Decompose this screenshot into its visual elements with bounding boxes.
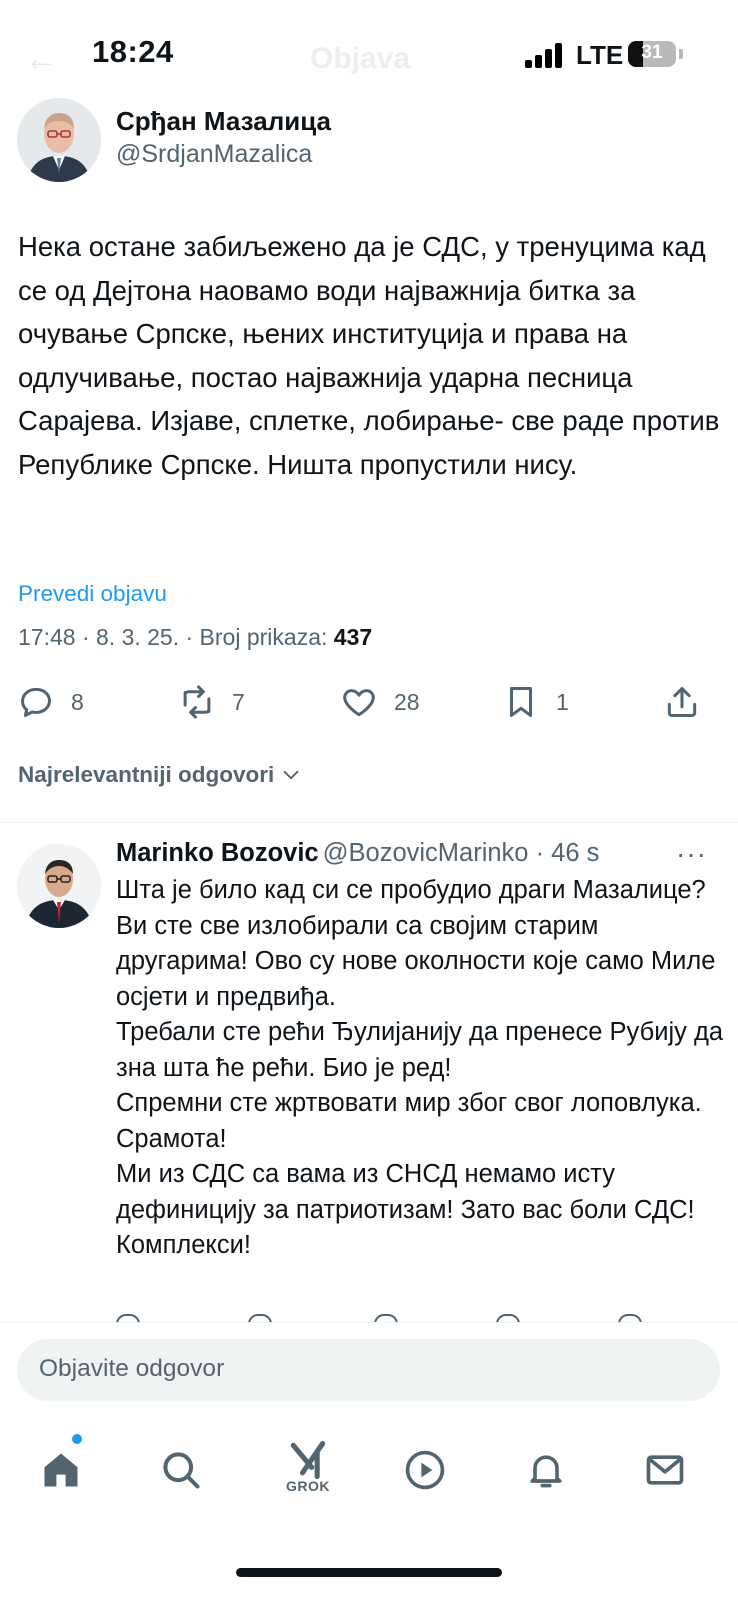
- page-title: Objava: [310, 42, 411, 75]
- like-count: 28: [394, 688, 420, 715]
- play-icon[interactable]: [393, 1438, 457, 1502]
- reply-avatar[interactable]: [17, 844, 101, 928]
- battery-level: 31: [641, 42, 663, 63]
- divider: [0, 822, 738, 823]
- share-icon: [667, 687, 697, 717]
- heart-icon: [343, 689, 375, 717]
- reply-input-placeholder: Objavite odgovor: [39, 1355, 225, 1382]
- reply-header: Marinko Bozovic @BozovicMarinko · 46 s: [116, 839, 599, 868]
- bookmark-button[interactable]: 1: [502, 682, 569, 722]
- back-arrow-icon[interactable]: ←: [24, 40, 58, 79]
- view-count: 437: [333, 624, 373, 650]
- repost-icon: [183, 685, 211, 719]
- bookmark-icon: [509, 687, 533, 717]
- status-bar: ← Objava 18:24 LTE 31: [0, 0, 738, 110]
- chevron-down-icon: [283, 770, 299, 780]
- notification-dot: [72, 1434, 82, 1444]
- reply-button[interactable]: 8: [17, 682, 84, 722]
- reply-count: 8: [71, 688, 84, 715]
- replies-sort-label: Najrelevantniji odgovori: [18, 762, 275, 787]
- author-name[interactable]: Срђан Мазалица: [116, 106, 331, 137]
- repost-button[interactable]: 7: [178, 682, 245, 722]
- mail-icon[interactable]: [633, 1438, 697, 1502]
- reply-icon: [21, 687, 51, 717]
- replies-sort-dropdown[interactable]: Najrelevantniji odgovori: [18, 762, 302, 788]
- compose-bar: Objavite odgovor: [0, 1322, 738, 1420]
- reply-text: Шта је било кад си се пробудио драги Маз…: [116, 876, 724, 1259]
- search-icon[interactable]: [149, 1438, 213, 1502]
- reply-author-handle[interactable]: @BozovicMarinko · 46 s: [323, 839, 600, 867]
- network-type: LTE: [576, 40, 624, 70]
- home-icon[interactable]: [29, 1438, 93, 1502]
- author-handle[interactable]: @SrdjanMazalica: [116, 140, 312, 169]
- like-button[interactable]: 28: [340, 682, 420, 722]
- reply-author-name[interactable]: Marinko Bozovic: [116, 839, 319, 867]
- repost-count: 7: [232, 688, 245, 715]
- battery-tip: [679, 49, 683, 59]
- reply-input[interactable]: Objavite odgovor: [17, 1339, 720, 1401]
- bookmark-count: 1: [556, 688, 569, 715]
- translate-post-link[interactable]: Prevedi objavu: [18, 581, 167, 607]
- bell-icon[interactable]: [514, 1438, 578, 1502]
- status-time: 18:24: [92, 34, 174, 69]
- author-avatar[interactable]: [17, 98, 101, 182]
- more-options-icon[interactable]: ···: [676, 838, 707, 870]
- signal-icon: [525, 42, 565, 68]
- grok-label: GROK: [286, 1478, 330, 1494]
- post-timestamp: 17:48 · 8. 3. 25. · Broj prikaza:: [18, 624, 334, 650]
- post-meta: 17:48 · 8. 3. 25. · Broj prikaza: 437: [18, 624, 372, 651]
- share-button[interactable]: [663, 682, 701, 722]
- home-indicator: [236, 1568, 502, 1577]
- post-text: Нека остане забиљежено да је СДС, у трен…: [18, 231, 720, 480]
- battery-icon: 31: [628, 41, 676, 67]
